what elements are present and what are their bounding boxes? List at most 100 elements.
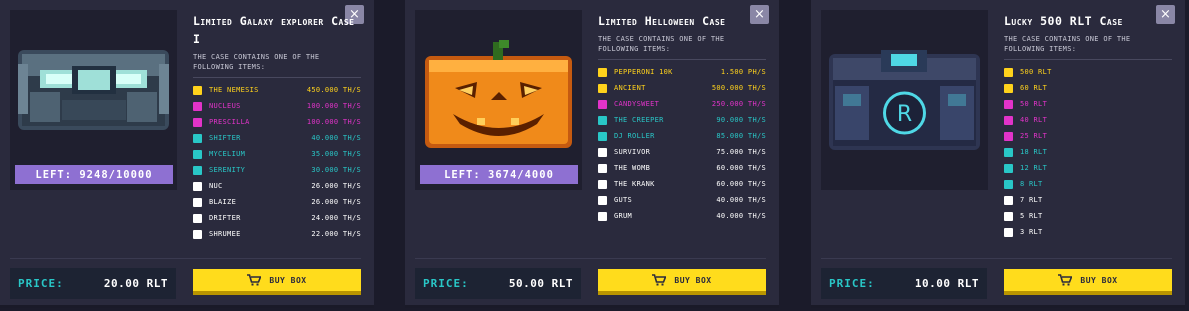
item-name: 25 RLT (1020, 132, 1048, 140)
case-items-list: The Nemesis 450.000 Th/s Nucleus 100.000 T… (193, 82, 361, 242)
price-box: PRICE: 20.00 RLT (10, 268, 176, 299)
item-power: 35.000 Th/s (311, 150, 361, 158)
price-value: 20.00 RLT (103, 277, 168, 290)
list-item: Blaize 26.000 Th/s (193, 194, 361, 210)
case-title: Limited Helloween Case (598, 14, 726, 28)
item-name: 40 RLT (1020, 116, 1048, 124)
item-name: 8 RLT (1020, 180, 1043, 188)
list-item: Pepperoni 10K 1.500 Ph/s (598, 64, 766, 80)
item-power: 60.000 Th/s (716, 180, 766, 188)
item-name: 5 RLT (1020, 212, 1043, 220)
rarity-swatch (1004, 227, 1013, 237)
price-value: 10.00 RLT (914, 277, 979, 290)
rarity-swatch (193, 101, 202, 111)
case-image-frame (415, 10, 582, 190)
rarity-swatch (193, 149, 202, 159)
list-item: Shrumee 22.000 Th/s (193, 226, 361, 242)
item-name: Pepperoni 10K (614, 68, 673, 76)
buy-button-label: BUY BOX (269, 275, 307, 285)
case-image-frame: R (821, 10, 988, 190)
item-power: 450.000 Th/s (306, 86, 361, 94)
buy-button-label: BUY BOX (674, 275, 712, 285)
item-name: Survivor (614, 148, 651, 156)
list-item: Nucleus 100.000 Th/s (193, 98, 361, 114)
rarity-swatch (598, 131, 607, 141)
item-power: 85.000 Th/s (716, 132, 766, 140)
list-item: Nuc 26.000 Th/s (193, 178, 361, 194)
case-card-galaxy: LEFT: 9248/10000 × Limited Galaxy explor… (0, 0, 374, 308)
case-description: The case contains one of the following i… (598, 34, 766, 60)
rarity-swatch (598, 115, 607, 125)
item-power: 40.000 Th/s (716, 212, 766, 220)
item-power: 500.000 Th/s (711, 84, 766, 92)
case-items-list: Pepperoni 10K 1.500 Ph/s Ancient 500.000 T… (598, 64, 766, 224)
rarity-swatch (193, 117, 202, 127)
item-power: 250.000 Th/s (711, 100, 766, 108)
list-item: Guts 40.000 Th/s (598, 192, 766, 208)
rarity-swatch (598, 211, 607, 221)
rarity-swatch (1004, 83, 1013, 93)
item-power: 100.000 Th/s (306, 102, 361, 110)
item-name: Nuc (209, 182, 223, 190)
item-power: 90.000 Th/s (716, 116, 766, 124)
stock-left-bar: LEFT: 9248/10000 (15, 165, 173, 184)
buy-box-button[interactable]: BUY BOX (598, 269, 766, 295)
list-item: 18 RLT (1004, 144, 1172, 160)
case-description: The case contains one of the following i… (1004, 34, 1172, 60)
rarity-swatch (598, 163, 607, 173)
rarity-swatch (1004, 163, 1013, 173)
case-info: Limited Helloween Case The case contains… (598, 12, 766, 224)
list-item: The Creeper 90.000 Th/s (598, 112, 766, 128)
item-power: 26.000 Th/s (311, 198, 361, 206)
item-power: 100.000 Th/s (306, 118, 361, 126)
price-box: PRICE: 50.00 RLT (415, 268, 581, 299)
item-name: 18 RLT (1020, 148, 1048, 156)
item-power: 40.000 Th/s (716, 196, 766, 204)
item-power: 75.000 Th/s (716, 148, 766, 156)
rarity-swatch (1004, 147, 1013, 157)
list-item: 50 RLT (1004, 96, 1172, 112)
rarity-swatch (598, 179, 607, 189)
item-power: 30.000 Th/s (311, 166, 361, 174)
item-name: Blaize (209, 198, 237, 206)
cart-icon (1058, 274, 1073, 286)
item-name: Guts (614, 196, 633, 204)
item-power: 24.000 Th/s (311, 214, 361, 222)
list-item: Mycelium 35.000 Th/s (193, 146, 361, 162)
item-name: 12 RLT (1020, 164, 1048, 172)
rarity-swatch (193, 229, 202, 239)
rarity-swatch (1004, 179, 1013, 189)
item-power: 1.500 Ph/s (720, 68, 766, 76)
list-item: Survivor 75.000 Th/s (598, 144, 766, 160)
rarity-swatch (598, 67, 607, 77)
item-name: Prescilla (209, 118, 250, 126)
rarity-swatch (193, 165, 202, 175)
item-power: 60.000 Th/s (716, 164, 766, 172)
case-title: Lucky 500 RLT Case (1004, 14, 1123, 28)
price-value: 50.00 RLT (508, 277, 573, 290)
item-name: Mycelium (209, 150, 246, 158)
buy-box-button[interactable]: BUY BOX (1004, 269, 1172, 295)
item-name: 3 RLT (1020, 228, 1043, 236)
list-item: 7 RLT (1004, 192, 1172, 208)
list-item: Candysweet 250.000 Th/s (598, 96, 766, 112)
buy-box-button[interactable]: BUY BOX (193, 269, 361, 295)
list-item: The Womb 60.000 Th/s (598, 160, 766, 176)
list-item: Grum 40.000 Th/s (598, 208, 766, 224)
rarity-swatch (1004, 115, 1013, 125)
list-item: DJ Roller 85.000 Th/s (598, 128, 766, 144)
item-name: 500 RLT (1020, 68, 1052, 76)
item-power: 22.000 Th/s (311, 230, 361, 238)
item-name: Serenity (209, 166, 246, 174)
item-power: 26.000 Th/s (311, 182, 361, 190)
case-image-frame (10, 10, 177, 190)
list-item: 5 RLT (1004, 208, 1172, 224)
list-item: 12 RLT (1004, 160, 1172, 176)
price-label: PRICE: (829, 277, 875, 290)
item-name: 7 RLT (1020, 196, 1043, 204)
list-item: 8 RLT (1004, 176, 1172, 192)
buy-button-label: BUY BOX (1080, 275, 1118, 285)
divider (821, 258, 1172, 259)
item-name: 50 RLT (1020, 100, 1048, 108)
rarity-swatch (598, 83, 607, 93)
